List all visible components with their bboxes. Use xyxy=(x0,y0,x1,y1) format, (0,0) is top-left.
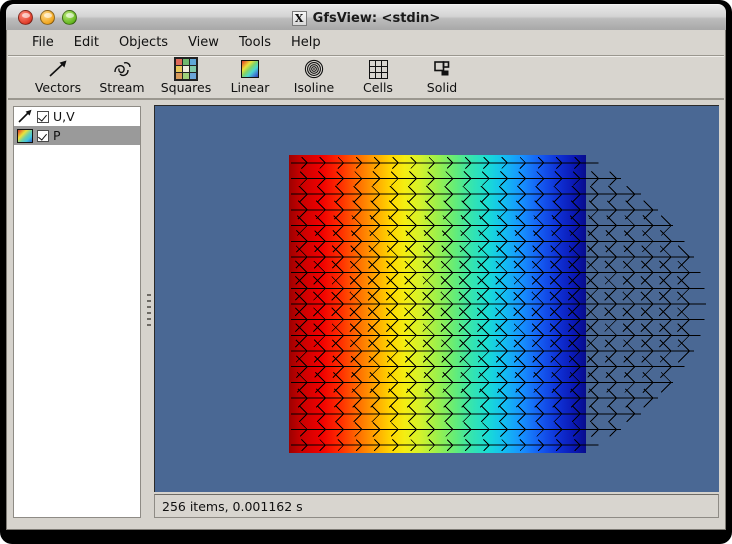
arrow-up-right-icon xyxy=(47,59,69,79)
close-button[interactable] xyxy=(18,10,33,25)
object-label-p: P xyxy=(53,127,61,143)
tool-isoline[interactable]: Isoline xyxy=(282,57,346,99)
window-frame: X GfsView: <stdin> File Edit Objects Vie… xyxy=(0,0,732,544)
pane-row: U,V P 256 items, 0.001162 s xyxy=(8,102,724,528)
linear-colormap-icon xyxy=(241,59,259,79)
tool-squares-label: Squares xyxy=(160,80,212,95)
menu-edit[interactable]: Edit xyxy=(64,32,109,53)
status-text: 256 items, 0.001162 s xyxy=(162,498,303,514)
tool-bar: Vectors Stream Squares Linear Isoline Ce… xyxy=(8,56,724,100)
tool-squares[interactable]: Squares xyxy=(154,57,218,99)
zoom-button[interactable] xyxy=(62,10,77,25)
tool-stream[interactable]: Stream xyxy=(90,57,154,99)
tool-solid[interactable]: Solid xyxy=(410,57,474,99)
window-title: GfsView: <stdin> xyxy=(312,10,441,26)
object-checkbox-uv[interactable] xyxy=(37,110,49,123)
list-item[interactable]: P xyxy=(14,126,140,145)
menu-tools[interactable]: Tools xyxy=(229,32,281,53)
menu-objects[interactable]: Objects xyxy=(109,32,178,53)
streamline-icon xyxy=(111,59,133,79)
tool-cells-label: Cells xyxy=(363,80,393,95)
grid-cells-icon xyxy=(368,59,388,79)
tool-isoline-label: Isoline xyxy=(293,80,335,95)
gl-view[interactable] xyxy=(154,105,719,492)
menu-view[interactable]: View xyxy=(178,32,229,53)
list-item[interactable]: U,V xyxy=(14,107,140,126)
concentric-rings-icon xyxy=(303,59,325,79)
menu-file[interactable]: File xyxy=(22,32,64,53)
object-checkbox-p[interactable] xyxy=(37,129,49,142)
object-label-uv: U,V xyxy=(53,108,75,124)
window-controls xyxy=(18,10,77,25)
app-icon: X xyxy=(291,10,307,26)
tool-vectors[interactable]: Vectors xyxy=(26,57,90,99)
client-area: File Edit Objects View Tools Help Vector… xyxy=(6,30,726,530)
object-list[interactable]: U,V P xyxy=(13,106,141,518)
tool-linear[interactable]: Linear xyxy=(218,57,282,99)
tool-vectors-label: Vectors xyxy=(34,80,82,95)
minimize-button[interactable] xyxy=(40,10,55,25)
color-grid-icon xyxy=(174,57,198,81)
menu-bar: File Edit Objects View Tools Help xyxy=(8,30,724,56)
status-bar: 256 items, 0.001162 s xyxy=(154,494,719,518)
title-center: X GfsView: <stdin> xyxy=(6,5,726,31)
colormap-swatch-icon xyxy=(16,128,33,144)
menu-help[interactable]: Help xyxy=(281,32,331,53)
vector-arrow-icon xyxy=(16,109,33,125)
tool-cells[interactable]: Cells xyxy=(346,57,410,99)
scalar-field xyxy=(289,155,586,453)
tool-solid-label: Solid xyxy=(426,80,458,95)
tool-stream-label: Stream xyxy=(99,80,145,95)
solid-shapes-icon xyxy=(431,59,453,79)
title-bar[interactable]: X GfsView: <stdin> xyxy=(6,4,726,30)
splitter-grip-icon xyxy=(147,294,151,328)
tool-linear-label: Linear xyxy=(230,80,270,95)
pane-splitter[interactable] xyxy=(144,106,154,518)
